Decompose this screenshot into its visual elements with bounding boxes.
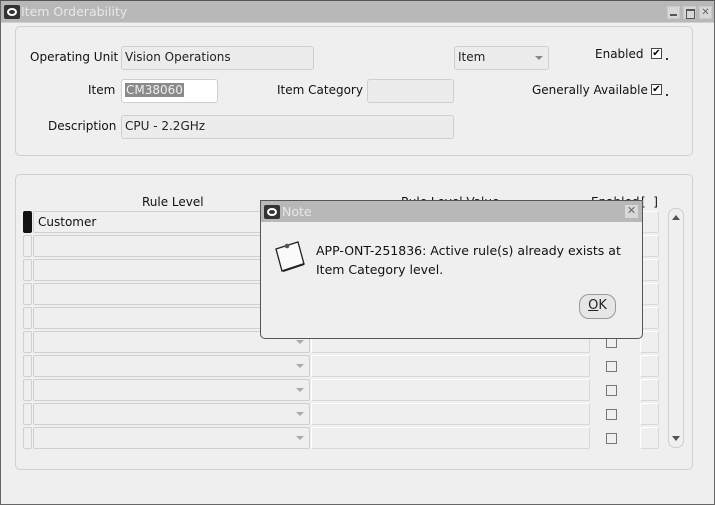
- row-enabled-checkbox[interactable]: [606, 361, 617, 372]
- chevron-down-icon: [535, 56, 543, 60]
- item-value: CM38060: [125, 83, 184, 97]
- rule-level-cell[interactable]: [33, 355, 310, 377]
- note-icon: [275, 241, 305, 272]
- dialog-message: APP-ONT-251836: Active rule(s) already e…: [316, 243, 621, 277]
- chevron-down-icon[interactable]: [296, 436, 304, 440]
- enabled-indicator-dot: [666, 58, 668, 60]
- row-indicator[interactable]: [23, 379, 32, 401]
- close-window-button[interactable]: ✕: [699, 6, 712, 19]
- row-indicator[interactable]: [23, 331, 32, 353]
- row-indicator[interactable]: [23, 235, 32, 257]
- rule-level-cell[interactable]: [33, 379, 310, 401]
- operating-unit-label: Operating Unit: [30, 50, 119, 64]
- column-header-rule-level: Rule Level: [142, 195, 204, 209]
- row-indicator[interactable]: [23, 427, 32, 449]
- column-header-bracket: [ ]: [641, 195, 658, 209]
- row-indicator[interactable]: [23, 283, 32, 305]
- dialog-titlebar[interactable]: Note ✕: [261, 201, 642, 222]
- row-enabled-checkbox[interactable]: [606, 409, 617, 420]
- enabled-label: Enabled: [595, 47, 644, 61]
- row-extra-cell[interactable]: [640, 379, 659, 401]
- oracle-logo-icon: [264, 205, 280, 219]
- ok-label: K: [598, 298, 607, 313]
- current-row-indicator[interactable]: [23, 211, 32, 233]
- generally-available-indicator-dot: [666, 94, 668, 96]
- rule-level-value-cell[interactable]: [311, 379, 590, 401]
- description-value: CPU - 2.2GHz: [125, 119, 206, 133]
- operating-unit-field[interactable]: Vision Operations: [121, 46, 314, 70]
- generally-available-label: Generally Available: [532, 83, 648, 97]
- oracle-logo-icon: [4, 5, 20, 19]
- row-extra-cell[interactable]: [640, 403, 659, 425]
- chevron-down-icon[interactable]: [296, 364, 304, 368]
- item-category-field[interactable]: [367, 79, 454, 103]
- chevron-down-icon[interactable]: [296, 412, 304, 416]
- vertical-scrollbar[interactable]: [668, 208, 684, 448]
- row-indicator[interactable]: [23, 355, 32, 377]
- row-enabled-checkbox[interactable]: [606, 385, 617, 396]
- row-extra-cell[interactable]: [640, 355, 659, 377]
- rule-level-value-cell[interactable]: [311, 427, 590, 449]
- rule-level-cell[interactable]: [33, 403, 310, 425]
- rule-level-value: Customer: [38, 215, 97, 229]
- scroll-down-icon[interactable]: [672, 436, 680, 441]
- description-label: Description: [48, 119, 117, 133]
- row-enabled-checkbox[interactable]: [606, 433, 617, 444]
- note-dialog: Note ✕ APP-ONT-251836: Active rule(s) al…: [260, 200, 643, 339]
- ok-mnemonic: O: [588, 298, 599, 313]
- rule-type-select[interactable]: Item: [454, 46, 549, 70]
- item-field[interactable]: CM38060: [121, 79, 218, 103]
- window-titlebar[interactable]: Item Orderability ✕: [1, 1, 714, 23]
- maximize-button[interactable]: [683, 6, 696, 19]
- dialog-close-button[interactable]: ✕: [625, 205, 638, 218]
- rule-type-value: Item: [458, 50, 486, 64]
- row-indicator[interactable]: [23, 307, 32, 329]
- row-extra-cell[interactable]: [640, 427, 659, 449]
- item-category-label: Item Category: [277, 83, 363, 97]
- row-indicator[interactable]: [23, 403, 32, 425]
- chevron-down-icon[interactable]: [296, 340, 304, 344]
- minimize-button[interactable]: [667, 6, 680, 19]
- rule-level-value-cell[interactable]: [311, 403, 590, 425]
- operating-unit-value: Vision Operations: [125, 50, 231, 64]
- scroll-up-icon[interactable]: [672, 215, 680, 220]
- ok-button[interactable]: OK: [579, 294, 616, 319]
- rule-level-cell[interactable]: [33, 427, 310, 449]
- item-label: Item: [88, 83, 116, 97]
- window-title: Item Orderability: [21, 4, 128, 19]
- row-indicator[interactable]: [23, 259, 32, 281]
- generally-available-checkbox[interactable]: ✔: [651, 84, 662, 95]
- dialog-title: Note: [282, 204, 312, 219]
- enabled-checkbox[interactable]: ✔: [651, 48, 662, 59]
- description-field[interactable]: CPU - 2.2GHz: [121, 115, 454, 139]
- chevron-down-icon[interactable]: [296, 388, 304, 392]
- rule-level-value-cell[interactable]: [311, 355, 590, 377]
